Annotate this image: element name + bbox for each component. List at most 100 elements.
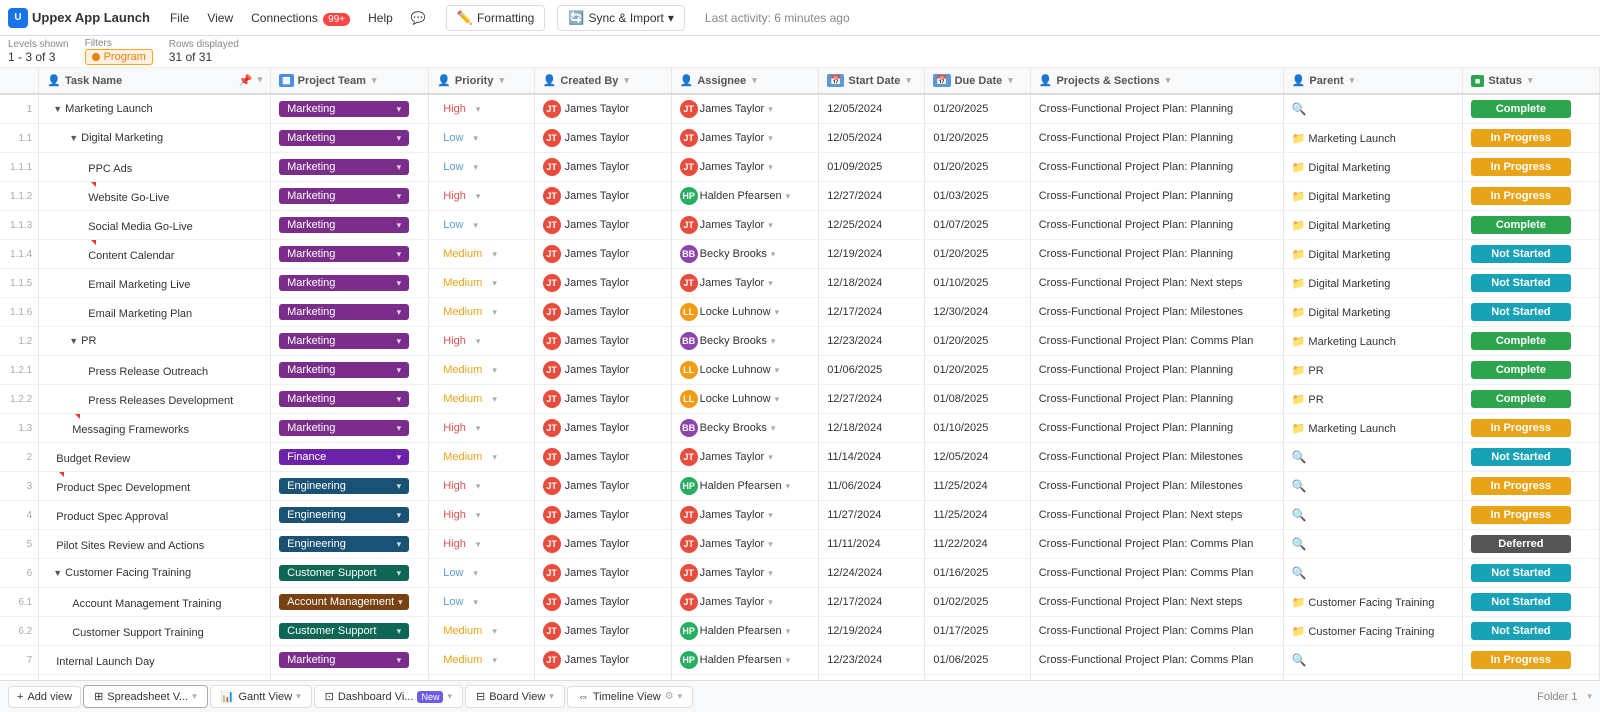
startdate-19[interactable]: 12/23/2024 <box>819 646 925 675</box>
col-team-sort[interactable]: ▾ <box>372 75 377 86</box>
col-duedate-sort[interactable]: ▾ <box>1008 75 1013 86</box>
assignee-7[interactable]: LLLocke Luhnow▾ <box>671 298 819 327</box>
formatting-btn[interactable]: ✏️ Formatting <box>446 5 546 31</box>
status-19[interactable]: In Progress▾ <box>1462 646 1599 675</box>
menu-help[interactable]: Help <box>360 8 401 28</box>
team-9[interactable]: Marketing▾ <box>271 356 429 385</box>
priority-16[interactable]: Low▾ <box>429 559 534 588</box>
priority-8[interactable]: High▾ <box>429 327 534 356</box>
task-name-18[interactable]: Customer Support Training <box>39 617 271 646</box>
assignee-2[interactable]: JTJames Taylor▾ <box>671 153 819 182</box>
menu-chat[interactable]: 💬 <box>403 8 434 28</box>
status-13[interactable]: In Progress▾ <box>1462 472 1599 501</box>
team-13[interactable]: Engineering▾ <box>271 472 429 501</box>
priority-4[interactable]: Low▾ <box>429 211 534 240</box>
col-status-sort[interactable]: ▾ <box>1528 75 1533 86</box>
team-8[interactable]: Marketing▾ <box>271 327 429 356</box>
team-1[interactable]: Marketing▾ <box>271 124 429 153</box>
startdate-6[interactable]: 12/18/2024 <box>819 269 925 298</box>
priority-5[interactable]: Medium▾ <box>429 240 534 269</box>
duedate-5[interactable]: 01/20/2025 <box>925 240 1030 269</box>
task-name-15[interactable]: Pilot Sites Review and Actions <box>39 530 271 559</box>
startdate-7[interactable]: 12/17/2024 <box>819 298 925 327</box>
team-11[interactable]: Marketing▾ <box>271 414 429 443</box>
col-createdby-sort[interactable]: ▾ <box>624 75 629 86</box>
duedate-10[interactable]: 01/08/2025 <box>925 385 1030 414</box>
team-15[interactable]: Engineering▾ <box>271 530 429 559</box>
table-wrap[interactable]: 👤 Task Name 📌 ▾ ▦ Project Team ▾ <box>0 68 1600 680</box>
col-priority[interactable]: 👤 Priority ▾ <box>429 68 534 94</box>
status-15[interactable]: Deferred▾ <box>1462 530 1599 559</box>
task-name-17[interactable]: Account Management Training <box>39 588 271 617</box>
duedate-6[interactable]: 01/10/2025 <box>925 269 1030 298</box>
priority-17[interactable]: Low▾ <box>429 588 534 617</box>
assignee-0[interactable]: JTJames Taylor▾ <box>671 94 819 124</box>
startdate-0[interactable]: 12/05/2024 <box>819 94 925 124</box>
expand-icon-8[interactable]: ▼ <box>69 336 78 346</box>
duedate-1[interactable]: 01/20/2025 <box>925 124 1030 153</box>
status-5[interactable]: Not Started▾ <box>1462 240 1599 269</box>
status-11[interactable]: In Progress▾ <box>1462 414 1599 443</box>
col-assignee-sort[interactable]: ▾ <box>752 75 757 86</box>
assignee-6[interactable]: JTJames Taylor▾ <box>671 269 819 298</box>
startdate-11[interactable]: 12/18/2024 <box>819 414 925 443</box>
team-7[interactable]: Marketing▾ <box>271 298 429 327</box>
startdate-4[interactable]: 12/25/2024 <box>819 211 925 240</box>
assignee-11[interactable]: BBBecky Brooks▾ <box>671 414 819 443</box>
task-name-6[interactable]: Email Marketing Live <box>39 269 271 298</box>
col-priority-sort[interactable]: ▾ <box>499 75 504 86</box>
sync-btn[interactable]: 🔄 Sync & Import ▾ <box>557 5 685 31</box>
team-2[interactable]: Marketing▾ <box>271 153 429 182</box>
status-14[interactable]: In Progress▾ <box>1462 501 1599 530</box>
duedate-15[interactable]: 11/22/2024 <box>925 530 1030 559</box>
col-projects[interactable]: 👤 Projects & Sections ▾ <box>1030 68 1283 94</box>
priority-19[interactable]: Medium▾ <box>429 646 534 675</box>
startdate-5[interactable]: 12/19/2024 <box>819 240 925 269</box>
startdate-10[interactable]: 12/27/2024 <box>819 385 925 414</box>
status-4[interactable]: Complete▾ <box>1462 211 1599 240</box>
team-17[interactable]: Account Management▾ <box>271 588 429 617</box>
task-name-11[interactable]: Messaging Frameworks <box>39 414 271 443</box>
tab-gantt[interactable]: 📊 Gantt View ▾ <box>210 685 312 708</box>
task-name-4[interactable]: Social Media Go-Live <box>39 211 271 240</box>
assignee-10[interactable]: LLLocke Luhnow▾ <box>671 385 819 414</box>
task-name-3[interactable]: Website Go-Live <box>39 182 271 211</box>
status-9[interactable]: Complete▾ <box>1462 356 1599 385</box>
task-name-10[interactable]: Press Releases Development <box>39 385 271 414</box>
status-10[interactable]: Complete▾ <box>1462 385 1599 414</box>
duedate-11[interactable]: 01/10/2025 <box>925 414 1030 443</box>
col-parent-sort[interactable]: ▾ <box>1350 75 1355 86</box>
col-team[interactable]: ▦ Project Team ▾ <box>271 68 429 94</box>
assignee-17[interactable]: JTJames Taylor▾ <box>671 588 819 617</box>
duedate-4[interactable]: 01/07/2025 <box>925 211 1030 240</box>
duedate-3[interactable]: 01/03/2025 <box>925 182 1030 211</box>
startdate-14[interactable]: 11/27/2024 <box>819 501 925 530</box>
status-8[interactable]: Complete▾ <box>1462 327 1599 356</box>
task-name-9[interactable]: Press Release Outreach <box>39 356 271 385</box>
priority-3[interactable]: High▾ <box>429 182 534 211</box>
team-4[interactable]: Marketing▾ <box>271 211 429 240</box>
priority-0[interactable]: High▾ <box>429 94 534 124</box>
startdate-8[interactable]: 12/23/2024 <box>819 327 925 356</box>
assignee-4[interactable]: JTJames Taylor▾ <box>671 211 819 240</box>
assignee-18[interactable]: HPHalden Pfearsen▾ <box>671 617 819 646</box>
task-name-19[interactable]: Internal Launch Day <box>39 646 271 675</box>
expand-icon-16[interactable]: ▼ <box>53 568 62 578</box>
priority-1[interactable]: Low▾ <box>429 124 534 153</box>
col-duedate[interactable]: 📅 Due Date ▾ <box>925 68 1030 94</box>
col-task[interactable]: 👤 Task Name 📌 ▾ <box>39 68 271 94</box>
team-19[interactable]: Marketing▾ <box>271 646 429 675</box>
col-startdate[interactable]: 📅 Start Date ▾ <box>819 68 925 94</box>
assignee-19[interactable]: HPHalden Pfearsen▾ <box>671 646 819 675</box>
task-name-12[interactable]: Budget Review <box>39 443 271 472</box>
col-createdby[interactable]: 👤 Created By ▾ <box>534 68 671 94</box>
priority-14[interactable]: High▾ <box>429 501 534 530</box>
assignee-1[interactable]: JTJames Taylor▾ <box>671 124 819 153</box>
col-projects-sort[interactable]: ▾ <box>1166 75 1171 86</box>
task-name-14[interactable]: Product Spec Approval <box>39 501 271 530</box>
duedate-9[interactable]: 01/20/2025 <box>925 356 1030 385</box>
priority-12[interactable]: Medium▾ <box>429 443 534 472</box>
status-1[interactable]: In Progress▾ <box>1462 124 1599 153</box>
duedate-7[interactable]: 12/30/2024 <box>925 298 1030 327</box>
team-5[interactable]: Marketing▾ <box>271 240 429 269</box>
